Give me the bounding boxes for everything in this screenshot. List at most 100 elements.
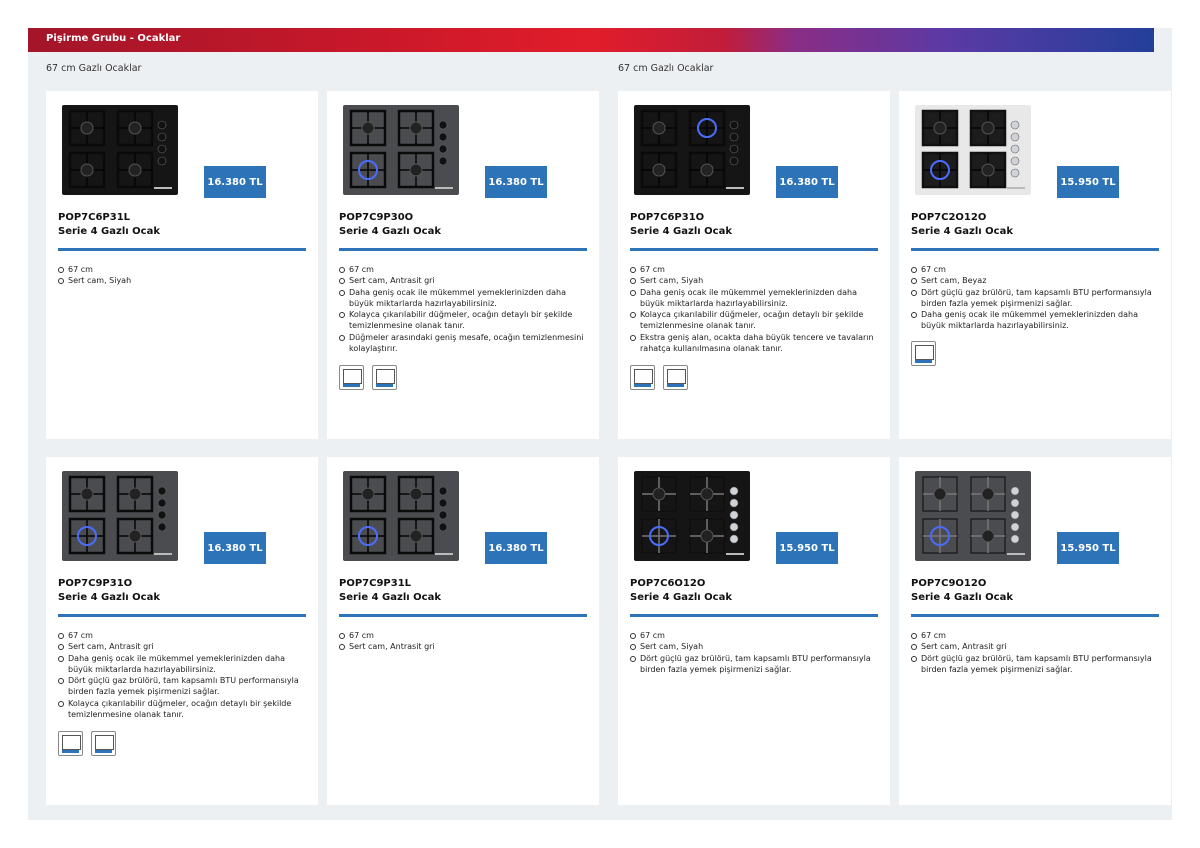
product-series: Serie 4 Gazlı Ocak [911, 226, 1013, 237]
price-tag: 16.380 TL [485, 166, 547, 198]
feature-item: Dört güçlü gaz brülörü, tam kapsamlı BTU… [911, 653, 1161, 676]
feature-item: Daha geniş ocak ile mükemmel yemeklerini… [58, 653, 308, 676]
feature-item: 67 cm [630, 630, 880, 641]
feature-list: 67 cm Sert cam, Antrasit gri Daha geniş oc… [58, 630, 308, 720]
hob-feature-icon [339, 365, 364, 390]
product-model: POP7C6O12O [630, 578, 706, 589]
price-tag: 16.380 TL [204, 532, 266, 564]
feature-item: 67 cm [911, 630, 1161, 641]
feature-list: 67 cm Sert cam, Siyah Dört güçlü gaz brülö… [630, 630, 880, 675]
feature-item: Daha geniş ocak ile mükemmel yemeklerini… [339, 287, 589, 310]
hob-feature-icon [630, 365, 655, 390]
feature-list: 67 cm Sert cam, Siyah Daha geniş ocak ile … [630, 264, 880, 354]
feature-item: Daha geniş ocak ile mükemmel yemeklerini… [630, 287, 880, 310]
feature-list: 67 cm Sert cam, Siyah [58, 264, 308, 287]
feature-badges [58, 731, 116, 756]
category-title: Pişirme Grubu - Ocaklar [46, 33, 181, 44]
feature-item: 67 cm [339, 264, 589, 275]
feature-item: Ekstra geniş alan, ocakta daha büyük ten… [630, 332, 880, 355]
product-card: 16.380 TL POP7C6P31L Serie 4 Gazlı Ocak 67 … [46, 91, 318, 439]
price-tag: 16.380 TL [204, 166, 266, 198]
product-image [915, 471, 1031, 561]
product-card: 15.950 TL POP7C9O12O Serie 4 Gazlı Ocak 67 … [899, 457, 1171, 805]
feature-list: 67 cm Sert cam, Beyaz Dört güçlü gaz brülö… [911, 264, 1161, 332]
product-image [343, 471, 459, 561]
feature-list: 67 cm Sert cam, Antrasit gri [339, 630, 589, 653]
feature-item: Sert cam, Antrasit gri [58, 641, 308, 652]
feature-item: Sert cam, Beyaz [911, 275, 1161, 286]
price-tag: 16.380 TL [485, 532, 547, 564]
hob-feature-icon [372, 365, 397, 390]
feature-item: Daha geniş ocak ile mükemmel yemeklerini… [911, 309, 1161, 332]
hob-feature-icon [911, 341, 936, 366]
feature-list: 67 cm Sert cam, Antrasit gri Dört güçlü ga… [911, 630, 1161, 675]
divider-rule [911, 614, 1159, 617]
feature-item: 67 cm [58, 630, 308, 641]
product-image [343, 105, 459, 195]
price-tag: 15.950 TL [1057, 532, 1119, 564]
product-image [62, 471, 178, 561]
feature-item: Dört güçlü gaz brülörü, tam kapsamlı BTU… [911, 287, 1161, 310]
feature-item: Sert cam, Siyah [58, 275, 308, 286]
feature-item: Kolayca çıkarılabilir düğmeler, ocağın d… [630, 309, 880, 332]
product-series: Serie 4 Gazlı Ocak [339, 226, 441, 237]
feature-item: 67 cm [58, 264, 308, 275]
product-series: Serie 4 Gazlı Ocak [630, 226, 732, 237]
feature-list: 67 cm Sert cam, Antrasit gri Daha geniş oc… [339, 264, 589, 354]
feature-badges [911, 341, 936, 366]
product-series: Serie 4 Gazlı Ocak [630, 592, 732, 603]
product-card: 15.950 TL POP7C6O12O Serie 4 Gazlı Ocak 67 … [618, 457, 890, 805]
product-card: 16.380 TL POP7C6P31O Serie 4 Gazlı Ocak 67 … [618, 91, 890, 439]
feature-badges [339, 365, 397, 390]
category-header-bar: Pişirme Grubu - Ocaklar [28, 28, 1154, 52]
product-model: POP7C9P31L [339, 578, 412, 589]
price-tag: 15.950 TL [776, 532, 838, 564]
feature-item: Sert cam, Antrasit gri [911, 641, 1161, 652]
feature-item: Kolayca çıkarılabilir düğmeler, ocağın d… [58, 698, 308, 721]
product-image [634, 105, 750, 195]
product-series: Serie 4 Gazlı Ocak [58, 226, 160, 237]
product-series: Serie 4 Gazlı Ocak [58, 592, 160, 603]
price-tag: 15.950 TL [1057, 166, 1119, 198]
hob-feature-icon [663, 365, 688, 390]
product-series: Serie 4 Gazlı Ocak [911, 592, 1013, 603]
divider-rule [58, 248, 306, 251]
product-model: POP7C9P30O [339, 212, 414, 223]
section-label-left: 67 cm Gazlı Ocaklar [46, 63, 142, 74]
feature-item: 67 cm [339, 630, 589, 641]
product-series: Serie 4 Gazlı Ocak [339, 592, 441, 603]
product-card: 16.380 TL POP7C9P31O Serie 4 Gazlı Ocak 67 … [46, 457, 318, 805]
product-card: 15.950 TL POP7C2O12O Serie 4 Gazlı Ocak 67 … [899, 91, 1171, 439]
feature-item: Dört güçlü gaz brülörü, tam kapsamlı BTU… [58, 675, 308, 698]
product-card: 16.380 TL POP7C9P30O Serie 4 Gazlı Ocak 67 … [327, 91, 599, 439]
product-model: POP7C6P31O [630, 212, 705, 223]
feature-item: 67 cm [630, 264, 880, 275]
feature-item: Sert cam, Siyah [630, 275, 880, 286]
divider-rule [339, 248, 587, 251]
divider-rule [339, 614, 587, 617]
feature-badges [630, 365, 688, 390]
product-image [634, 471, 750, 561]
product-model: POP7C9P31O [58, 578, 133, 589]
feature-item: Kolayca çıkarılabilir düğmeler, ocağın d… [339, 309, 589, 332]
product-card: 16.380 TL POP7C9P31L Serie 4 Gazlı Ocak 67 … [327, 457, 599, 805]
feature-item: 67 cm [911, 264, 1161, 275]
feature-item: Sert cam, Antrasit gri [339, 641, 589, 652]
product-image [62, 105, 178, 195]
product-model: POP7C2O12O [911, 212, 987, 223]
feature-item: Düğmeler arasındaki geniş mesafe, ocağın… [339, 332, 589, 355]
divider-rule [630, 248, 878, 251]
product-model: POP7C9O12O [911, 578, 987, 589]
feature-item: Sert cam, Antrasit gri [339, 275, 589, 286]
product-image [915, 105, 1031, 195]
product-model: POP7C6P31L [58, 212, 131, 223]
hob-feature-icon [91, 731, 116, 756]
divider-rule [911, 248, 1159, 251]
divider-rule [58, 614, 306, 617]
section-label-right: 67 cm Gazlı Ocaklar [618, 63, 714, 74]
feature-item: Sert cam, Siyah [630, 641, 880, 652]
feature-item: Dört güçlü gaz brülörü, tam kapsamlı BTU… [630, 653, 880, 676]
price-tag: 16.380 TL [776, 166, 838, 198]
hob-feature-icon [58, 731, 83, 756]
divider-rule [630, 614, 878, 617]
